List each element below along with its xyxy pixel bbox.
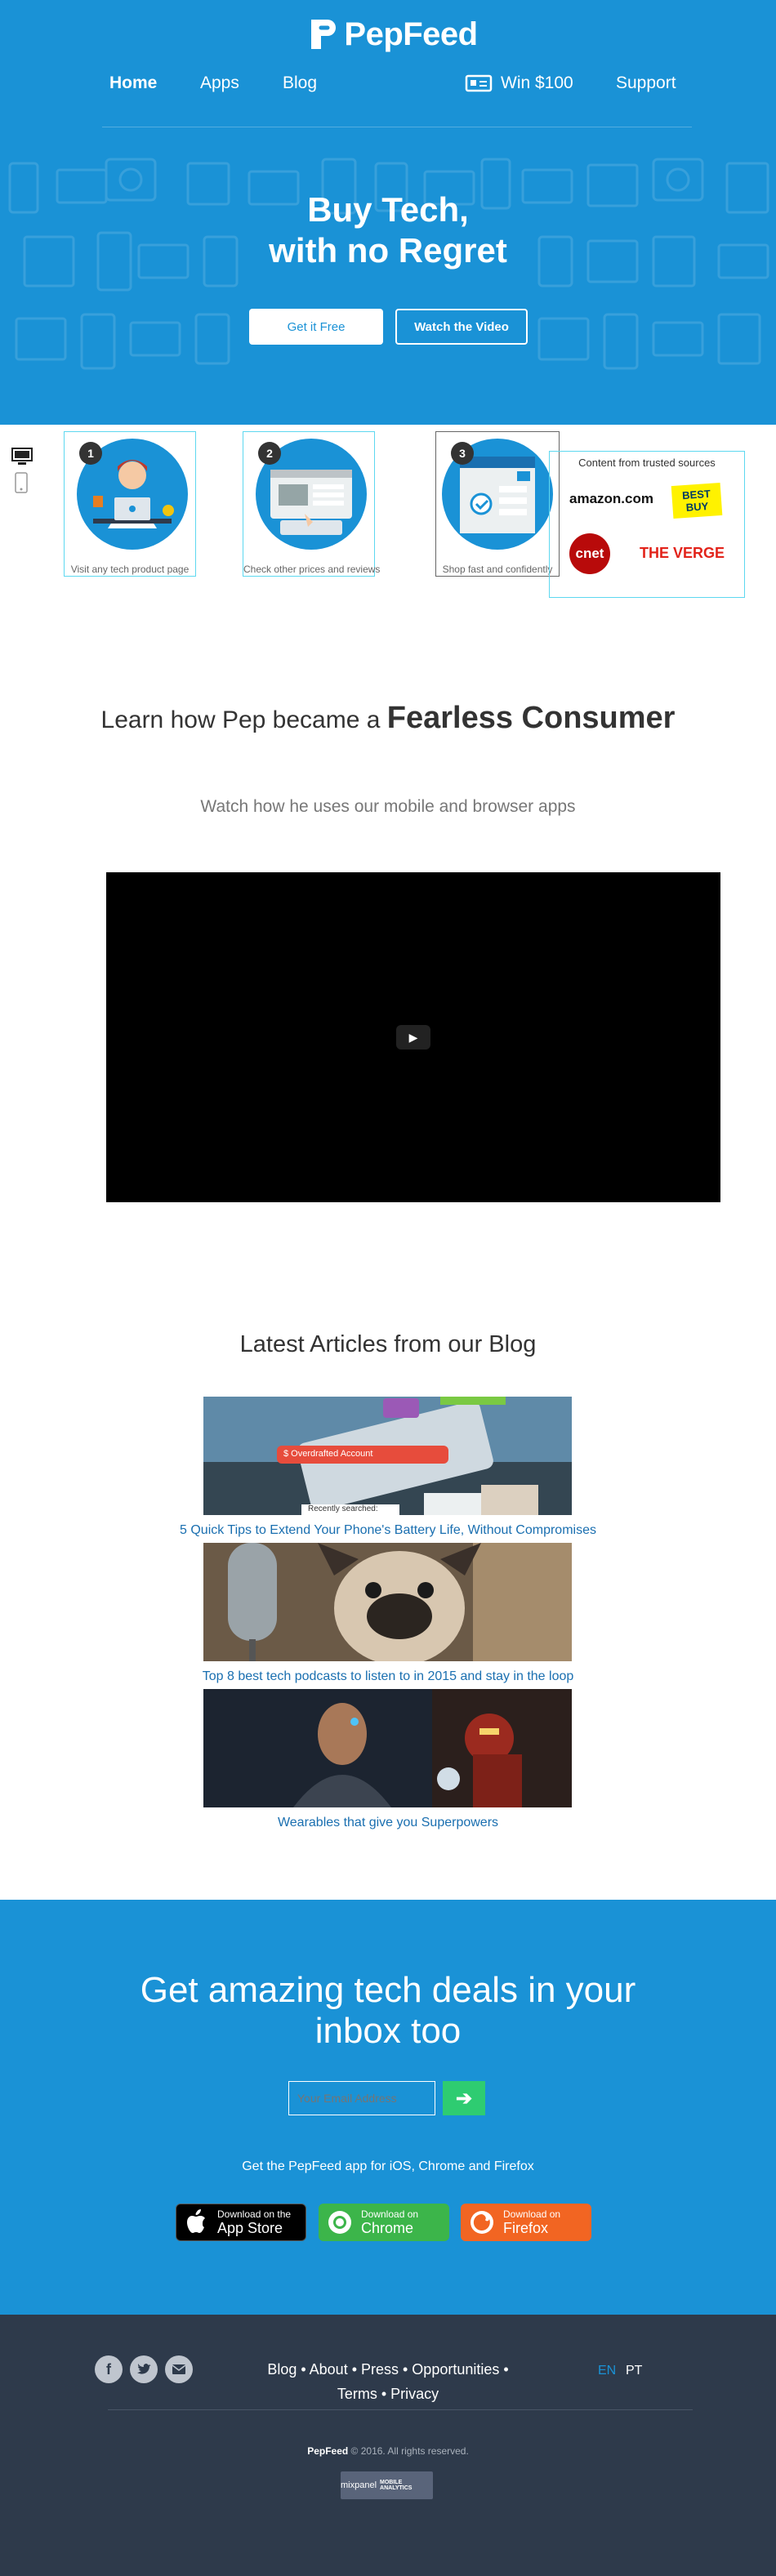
store-small-text: Download on	[503, 2208, 561, 2220]
step-card-2: 2 Check other prices and reviews	[243, 431, 381, 577]
apps-text: Get the PepFeed app for iOS, Chrome and …	[242, 2159, 534, 2173]
ticket-icon	[465, 74, 493, 92]
fearless-consumer-heading: Learn how Pep became a Fearless Consumer	[0, 701, 776, 736]
image-overlay-text: Recently searched:	[308, 1504, 378, 1513]
play-icon[interactable]: ▶	[396, 1025, 430, 1050]
how-it-works: 1 Visit any tech product page 2 Check ot…	[0, 425, 776, 637]
nav-win[interactable]: Win $100	[465, 74, 573, 93]
hero-title-line1: Buy Tech,	[307, 190, 469, 229]
nav-blog[interactable]: Blog	[283, 74, 317, 93]
brand-logo[interactable]: PepFeed	[286, 13, 498, 56]
store-big-text: Firefox	[503, 2219, 549, 2236]
footer: f Blog • About • Press • Opportunities •…	[0, 2315, 776, 2576]
copyright-text: © 2016. All rights reserved.	[350, 2445, 469, 2457]
newsletter-heading: Get amazing tech deals in your inbox too	[140, 1970, 636, 2051]
step-caption: Check other prices and reviews	[243, 564, 381, 575]
store-big-text: Chrome	[361, 2219, 414, 2236]
step-number: 1	[79, 442, 102, 465]
copyright: PepFeed © 2016. All rights reserved.	[0, 2445, 776, 2457]
firefox-button[interactable]: Download on Firefox	[461, 2204, 591, 2241]
desktop-view-icon[interactable]	[11, 448, 33, 470]
twitter-icon[interactable]	[130, 2355, 158, 2383]
subscribe-button[interactable]: ➔	[443, 2081, 485, 2115]
language-en[interactable]: EN	[598, 2364, 616, 2378]
main-nav: Home Apps Blog Win $100 Support	[0, 70, 776, 127]
bestbuy-logo: BEST BUY	[671, 482, 723, 519]
badge-line2: MOBILE ANALYTICS	[380, 2480, 413, 2491]
step-card-3: 3 Shop fast and confidently	[435, 431, 560, 577]
trusted-sources-title: Content from trusted sources	[578, 457, 716, 469]
language-pt[interactable]: PT	[626, 2364, 642, 2378]
chrome-button[interactable]: Download on Chrome	[319, 2204, 449, 2241]
nav-home[interactable]: Home	[109, 74, 157, 93]
article-link[interactable]: Top 8 best tech podcasts to listen to in…	[0, 1669, 776, 1684]
badge-line1: mixpanel	[341, 2480, 377, 2490]
copyright-brand: PepFeed	[307, 2445, 349, 2457]
step-number: 3	[451, 442, 474, 465]
store-big-text: App Store	[217, 2219, 283, 2236]
step-number: 2	[258, 442, 281, 465]
chrome-icon	[328, 2211, 351, 2234]
step-caption: Shop fast and confidently	[442, 564, 553, 575]
hero-title-line2: with no Regret	[269, 231, 507, 270]
article-podcasts-image[interactable]	[203, 1543, 572, 1661]
app-store-button[interactable]: Download on the App Store	[176, 2204, 306, 2241]
footer-links-line2[interactable]: Terms • Privacy	[245, 2382, 531, 2406]
get-it-free-button[interactable]: Get it Free	[249, 309, 383, 345]
firefox-icon	[471, 2211, 493, 2234]
nav-support[interactable]: Support	[616, 74, 676, 93]
newsletter-section: Get amazing tech deals in your inbox too…	[0, 1900, 776, 2315]
image-overlay-text: $ Overdrafted Account	[283, 1449, 373, 1459]
store-small-text: Download on	[361, 2208, 419, 2220]
article-link[interactable]: Wearables that give you Superpowers	[0, 1816, 776, 1830]
brand-name: PepFeed	[344, 16, 478, 52]
nav-win-label: Win $100	[501, 74, 573, 92]
footer-links-line1[interactable]: Blog • About • Press • Opportunities •	[245, 2357, 531, 2382]
pepfeed-logo-icon	[311, 20, 337, 49]
hero: PepFeed Home Apps Blog Win $100 Support …	[0, 0, 776, 425]
email-icon[interactable]	[165, 2355, 193, 2383]
step-card-1: 1 Visit any tech product page	[64, 431, 196, 577]
video-player[interactable]: ▶	[106, 872, 720, 1202]
footer-divider	[108, 2409, 693, 2410]
trusted-sources-panel: Content from trusted sources amazon.com …	[549, 451, 745, 598]
apple-icon	[187, 2209, 205, 2233]
heading-emphasis: Fearless Consumer	[386, 701, 676, 735]
hero-title: Buy Tech, with no Regret	[0, 189, 776, 271]
store-small-text: Download on the	[217, 2208, 292, 2220]
blog-heading: Latest Articles from our Blog	[239, 1331, 537, 1357]
amazon-logo: amazon.com	[569, 491, 653, 506]
nav-apps[interactable]: Apps	[200, 74, 239, 93]
mobile-view-icon[interactable]	[15, 472, 28, 497]
heading-prefix: Learn how Pep became a	[100, 706, 381, 733]
facebook-icon[interactable]: f	[95, 2355, 123, 2383]
email-field[interactable]	[288, 2081, 435, 2115]
fearless-consumer-subheading: Watch how he uses our mobile and browser…	[200, 797, 576, 816]
footer-links[interactable]: Blog • About • Press • Opportunities • T…	[245, 2357, 531, 2406]
cnet-logo: cnet	[569, 533, 610, 574]
step-caption: Visit any tech product page	[70, 564, 190, 575]
watch-video-button[interactable]: Watch the Video	[395, 309, 528, 345]
mixpanel-badge[interactable]: mixpanel MOBILE ANALYTICS	[341, 2471, 433, 2499]
article-wearables-image[interactable]	[203, 1689, 572, 1807]
article-battery-image[interactable]: $ Overdrafted Account Recently searched:	[203, 1397, 572, 1515]
article-link[interactable]: 5 Quick Tips to Extend Your Phone's Batt…	[0, 1523, 776, 1538]
verge-logo: THE VERGE	[640, 545, 725, 561]
